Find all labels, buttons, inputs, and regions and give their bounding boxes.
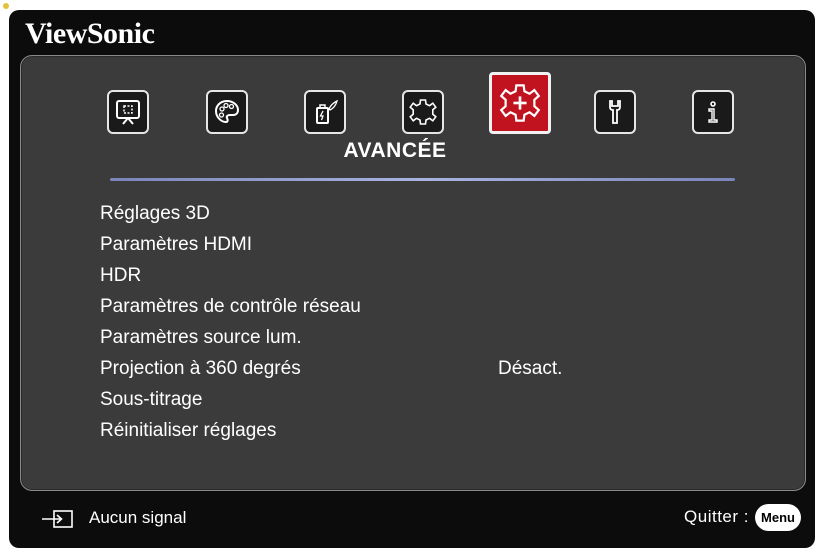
menu-item-label: Réinitialiser réglages — [100, 420, 277, 441]
menu-item-reset-settings[interactable]: Réinitialiser réglages — [100, 415, 700, 446]
menu-list: Réglages 3D Paramètres HDMI HDR Paramètr… — [100, 198, 700, 446]
tab-advanced[interactable] — [489, 72, 551, 134]
brand-logo: ViewSonic — [25, 17, 155, 50]
tab-display[interactable] — [107, 90, 149, 134]
title-divider — [110, 178, 735, 181]
menu-item-label: Paramètres de contrôle réseau — [100, 296, 361, 317]
menu-item-label: HDR — [100, 265, 142, 286]
advanced-gear-icon — [499, 84, 541, 122]
tab-basic[interactable] — [402, 90, 444, 134]
palette-icon — [214, 99, 240, 124]
tab-picture[interactable] — [206, 90, 248, 134]
menu-key-button[interactable]: Menu — [755, 504, 801, 531]
basic-gear-icon — [409, 99, 437, 125]
menu-item-label: Paramètres HDMI — [100, 234, 253, 255]
display-icon — [116, 100, 140, 125]
menu-item-closed-caption[interactable]: Sous-titrage — [100, 384, 700, 415]
menu-item-3d-settings[interactable]: Réglages 3D — [100, 198, 700, 229]
menu-title: AVANCÉE — [343, 139, 447, 162]
tab-information[interactable] — [692, 90, 734, 134]
menu-item-label: Projection à 360 degrés — [100, 358, 301, 379]
menu-item-light-source[interactable]: Paramètres source lum. — [100, 322, 700, 353]
menu-item-hdmi-settings[interactable]: Paramètres HDMI — [100, 229, 700, 260]
menu-item-hdr[interactable]: HDR — [100, 260, 700, 291]
menu-item-network-control[interactable]: Paramètres de contrôle réseau — [100, 291, 700, 322]
tab-system[interactable] — [594, 90, 636, 134]
status-bar: Aucun signal Quitter : Menu — [0, 500, 823, 540]
tab-power[interactable] — [304, 90, 346, 134]
menu-item-label: Sous-titrage — [100, 389, 203, 410]
menu-item-label: Réglages 3D — [100, 203, 210, 224]
input-source-icon — [42, 510, 73, 528]
info-icon — [708, 101, 718, 123]
exit-label: Quitter : — [684, 507, 749, 526]
menu-item-value: Désact. — [498, 358, 563, 379]
menu-item-360-projection[interactable]: Projection à 360 degrés Désact. — [100, 353, 700, 384]
power-eco-icon — [316, 99, 338, 124]
wrench-icon — [609, 100, 621, 124]
menu-item-label: Paramètres source lum. — [100, 327, 302, 348]
signal-status: Aucun signal — [89, 508, 187, 527]
corner-mark — [3, 3, 9, 9]
